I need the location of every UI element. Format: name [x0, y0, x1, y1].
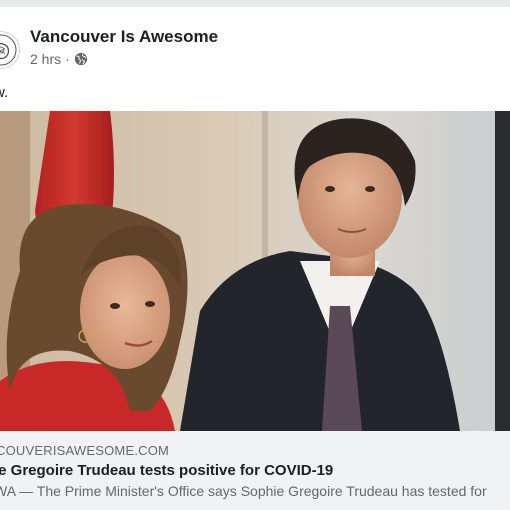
link-preview-image[interactable]: [0, 111, 510, 431]
meta-separator: ·: [65, 51, 70, 67]
news-photo: [0, 111, 510, 431]
post-text: w.: [0, 84, 9, 101]
post-timestamp[interactable]: 2 hrs: [30, 51, 61, 67]
page-logo-icon: [0, 34, 17, 66]
post-header: Vancouver Is Awesome 2 hrs ·: [0, 7, 510, 77]
page-avatar[interactable]: [0, 31, 20, 69]
link-preview-card[interactable]: COUVERISAWESOME.COM ie Gregoire Trudeau …: [0, 431, 510, 510]
link-domain: COUVERISAWESOME.COM: [0, 443, 170, 458]
post-meta: 2 hrs ·: [30, 51, 88, 67]
globe-icon[interactable]: [74, 52, 88, 66]
page-name-link[interactable]: Vancouver Is Awesome: [30, 27, 218, 47]
link-title[interactable]: ie Gregoire Trudeau tests positive for C…: [0, 462, 333, 479]
feed-divider: [0, 0, 510, 7]
link-description: WA — The Prime Minister's Office says So…: [0, 483, 487, 499]
